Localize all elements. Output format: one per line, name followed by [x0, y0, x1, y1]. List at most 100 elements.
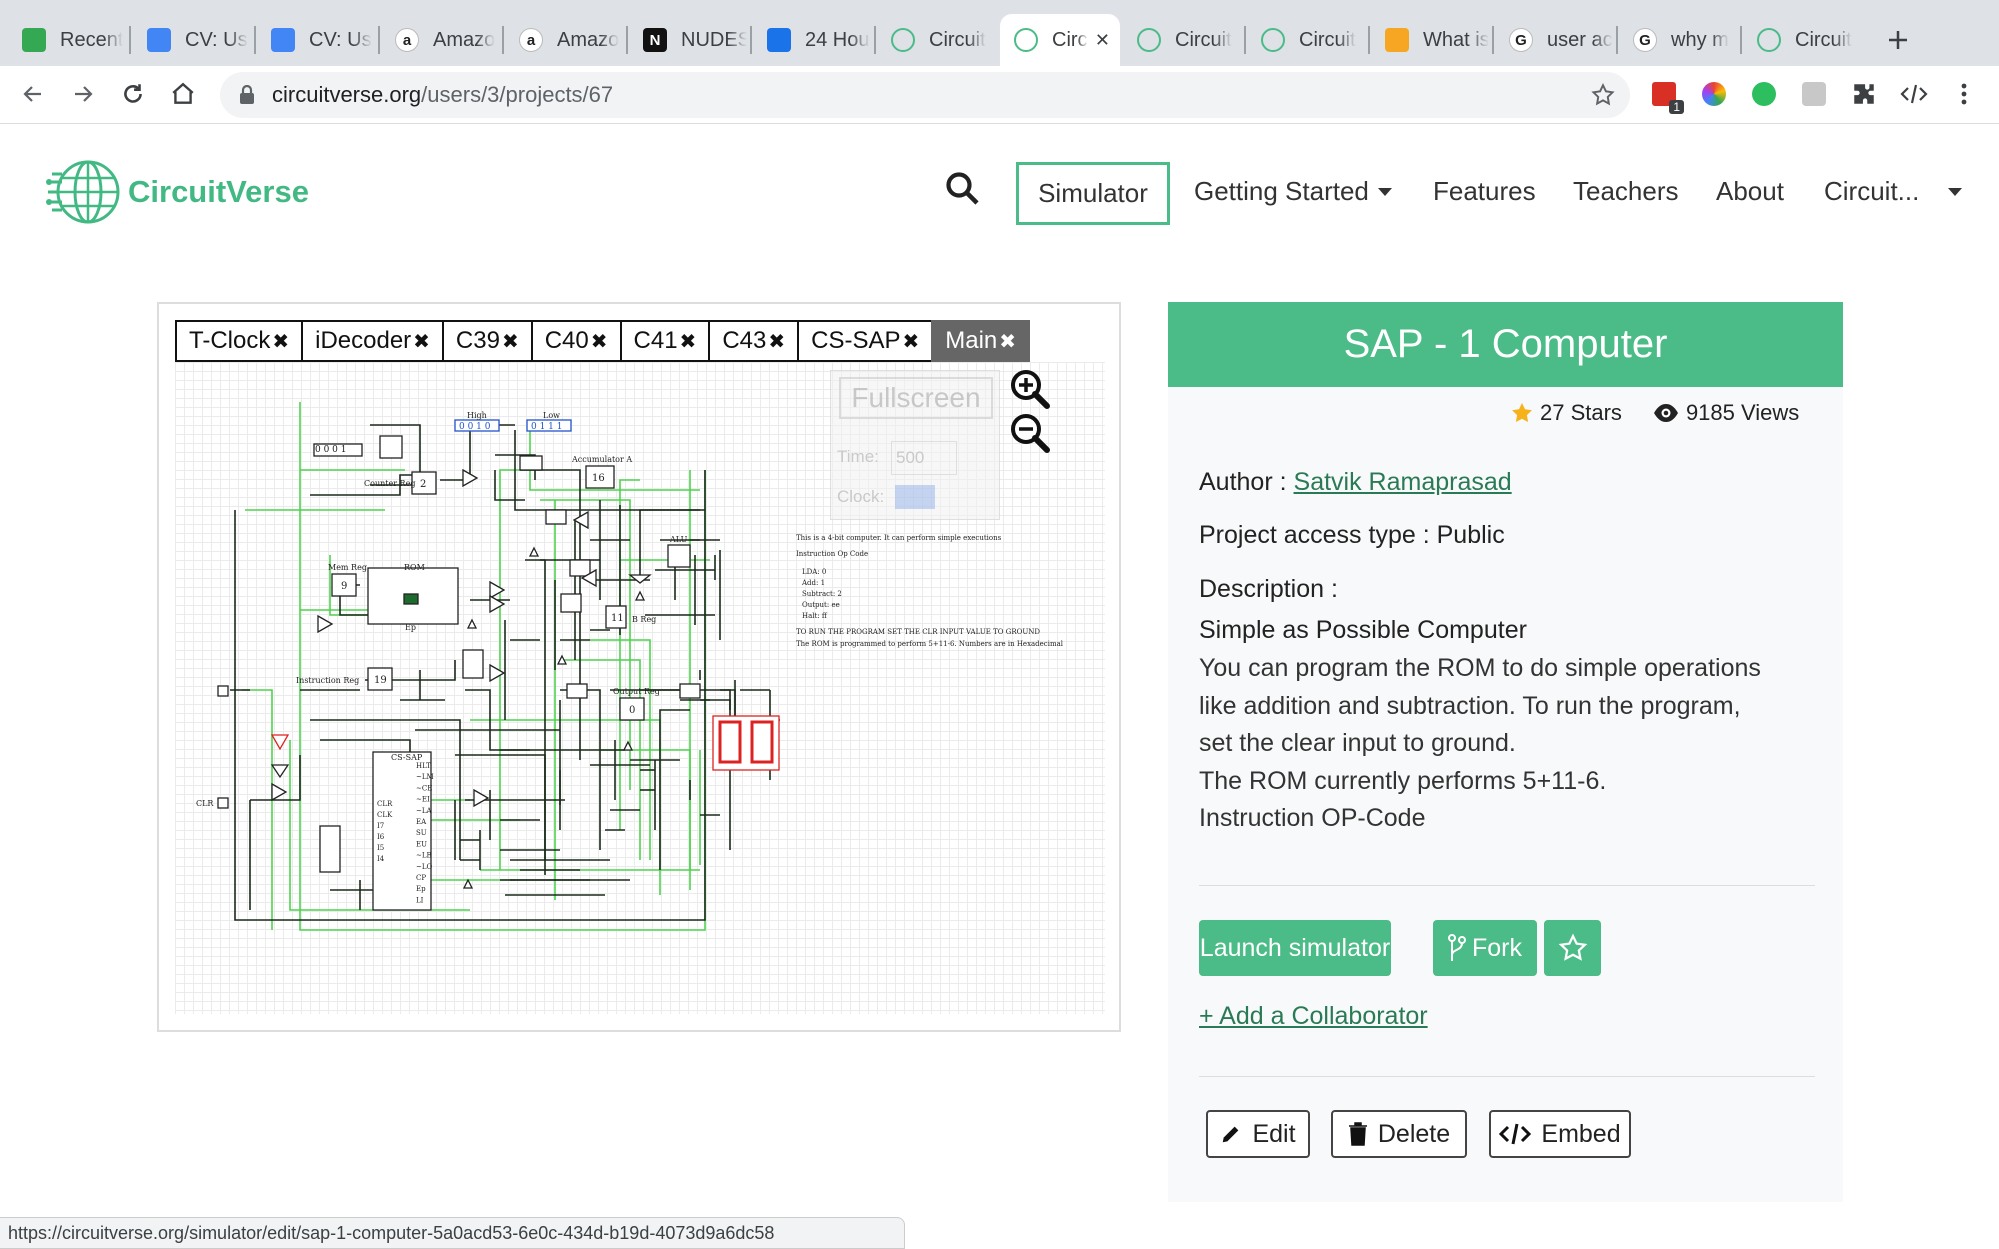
browser-menu-button[interactable]: [1946, 76, 1982, 112]
zoom-out-icon: [1011, 414, 1050, 453]
tab-separator: [750, 26, 752, 54]
close-icon[interactable]: ✖: [999, 329, 1016, 354]
search-button[interactable]: [944, 170, 984, 210]
bookmark-star-icon[interactable]: [1590, 82, 1616, 108]
divider: [1199, 885, 1815, 886]
time-input[interactable]: 500: [891, 441, 957, 475]
author-link[interactable]: Satvik Ramaprasad: [1294, 468, 1512, 496]
more-vertical-icon: [1961, 83, 1967, 105]
views-count: 9185 Views: [1685, 400, 1800, 425]
new-tab-button[interactable]: [1882, 24, 1914, 56]
close-icon[interactable]: ✖: [502, 329, 519, 354]
nav-simulator-button[interactable]: Simulator: [1016, 162, 1170, 225]
add-collaborator-link[interactable]: + Add a Collaborator: [1199, 1002, 1428, 1031]
browser-tab[interactable]: Recent: [8, 14, 126, 66]
zoom-out-button[interactable]: [1009, 412, 1051, 454]
trash-icon: [1348, 1122, 1367, 1146]
close-icon[interactable]: ✖: [680, 329, 697, 354]
nav-user-menu[interactable]: Circuit...: [1824, 176, 1963, 207]
circuit-tab[interactable]: CS-SAP ✖: [797, 320, 932, 362]
launch-simulator-button[interactable]: Launch simulator: [1199, 920, 1391, 976]
browser-tab[interactable]: Circuit: [1743, 14, 1861, 66]
address-bar[interactable]: circuitverse.org/users/3/projects/67: [220, 72, 1630, 118]
eye-icon: [1653, 404, 1678, 422]
evernote-extension-button[interactable]: [1746, 76, 1782, 112]
nav-features[interactable]: Features: [1433, 176, 1536, 207]
home-button[interactable]: [165, 76, 201, 112]
clock-toggle[interactable]: [895, 485, 935, 509]
browser-tab[interactable]: 24 Hou: [753, 14, 871, 66]
close-icon[interactable]: ✖: [902, 329, 919, 354]
stars-count: 27 Stars: [1540, 400, 1622, 425]
hexagon-icon: [1385, 28, 1409, 52]
browser-tab[interactable]: N NUDES: [629, 14, 747, 66]
shield-icon: [767, 28, 791, 52]
circuit-tab[interactable]: C41 ✖: [619, 320, 709, 362]
browser-tab[interactable]: Circuit: [1123, 14, 1241, 66]
forward-button[interactable]: [65, 76, 101, 112]
amazon-icon: a: [519, 28, 543, 52]
description-line: The ROM currently performs 5+11-6.: [1199, 766, 1607, 795]
close-tab-icon[interactable]: ✕: [1095, 30, 1110, 51]
tab-separator: [1740, 26, 1742, 54]
browser-tab-strip: Recent CV: Us CV: Us a Amazo a Amazo N NUDES 24 H…: [0, 0, 1999, 66]
embed-label: Embed: [1541, 1119, 1621, 1148]
browser-tab[interactable]: CV: Us: [257, 14, 375, 66]
fork-button[interactable]: Fork: [1433, 920, 1537, 976]
circuit-tab[interactable]: T-Clock ✖: [175, 320, 302, 362]
browser-tab[interactable]: Guser ac: [1495, 14, 1613, 66]
browser-tab[interactable]: Gwhy m: [1619, 14, 1737, 66]
nav-about[interactable]: About: [1716, 176, 1784, 207]
nav-getting-started-label: Getting Started: [1194, 176, 1369, 206]
browser-tab[interactable]: a Amazo: [505, 14, 623, 66]
access-value: Public: [1436, 521, 1505, 549]
color-picker-extension-button[interactable]: [1696, 76, 1732, 112]
circuit-tab[interactable]: C39 ✖: [441, 320, 531, 362]
browser-tab[interactable]: Circuit: [877, 14, 995, 66]
delete-button[interactable]: Delete: [1331, 1110, 1467, 1158]
author-label: Author :: [1199, 468, 1287, 496]
calendar-extension-icon: 1: [1652, 82, 1684, 114]
circuit-tab-label: CS-SAP: [811, 327, 901, 354]
browser-tab[interactable]: CV: Us: [133, 14, 251, 66]
close-icon[interactable]: ✖: [413, 329, 430, 354]
browser-tab-title: 24 Hou: [805, 28, 870, 51]
edit-button[interactable]: Edit: [1206, 1110, 1310, 1158]
caret-down-icon: [1948, 187, 1963, 196]
time-label: Time:: [837, 447, 879, 466]
project-title-bar: SAP - 1 Computer: [1168, 302, 1843, 387]
fork-icon: [1448, 934, 1466, 961]
star-outline-icon: [1558, 933, 1587, 961]
arrow-right-icon: [75, 86, 93, 102]
back-button[interactable]: [15, 76, 51, 112]
star-button[interactable]: [1544, 920, 1601, 976]
zoom-in-button[interactable]: [1009, 368, 1051, 410]
extensions-button[interactable]: [1846, 76, 1882, 112]
reload-button[interactable]: [115, 76, 151, 112]
description-line: set the clear input to ground.: [1199, 729, 1516, 757]
circuit-tab[interactable]: C43 ✖: [708, 320, 798, 362]
browser-tab[interactable]: Circ ✕: [1000, 14, 1120, 66]
circuit-embed[interactable]: T-Clock ✖ iDecoder ✖ C39 ✖ C40 ✖ C41 ✖ C43 ✖ CS-SAP ✖…: [157, 302, 1121, 1032]
calendar-extension-button[interactable]: 1: [1646, 76, 1684, 114]
close-icon[interactable]: ✖: [591, 329, 608, 354]
close-icon[interactable]: ✖: [272, 329, 289, 354]
link-status-bar: https://circuitverse.org/simulator/edit/…: [0, 1217, 905, 1249]
embed-button[interactable]: Embed: [1489, 1110, 1631, 1158]
browser-tab[interactable]: Circuit: [1247, 14, 1365, 66]
pencil-icon: [1223, 1126, 1239, 1143]
close-icon[interactable]: ✖: [768, 329, 785, 354]
nav-teachers[interactable]: Teachers: [1573, 176, 1679, 207]
devtools-extension-button[interactable]: [1896, 76, 1932, 112]
circuit-tab[interactable]: Main ✖: [931, 320, 1031, 362]
site-logo[interactable]: CircuitVerse: [46, 152, 309, 232]
browser-tab[interactable]: a Amazo: [381, 14, 499, 66]
circuit-tab[interactable]: C40 ✖: [530, 320, 620, 362]
fullscreen-button[interactable]: Fullscreen: [839, 377, 993, 419]
color-wheel-icon: [1702, 82, 1726, 106]
nav-getting-started[interactable]: Getting Started: [1194, 176, 1393, 207]
circuit-tab[interactable]: iDecoder ✖: [301, 320, 442, 362]
time-value: 500: [896, 448, 925, 467]
translate-extension-button[interactable]: [1796, 76, 1832, 112]
browser-tab[interactable]: What is: [1371, 14, 1489, 66]
